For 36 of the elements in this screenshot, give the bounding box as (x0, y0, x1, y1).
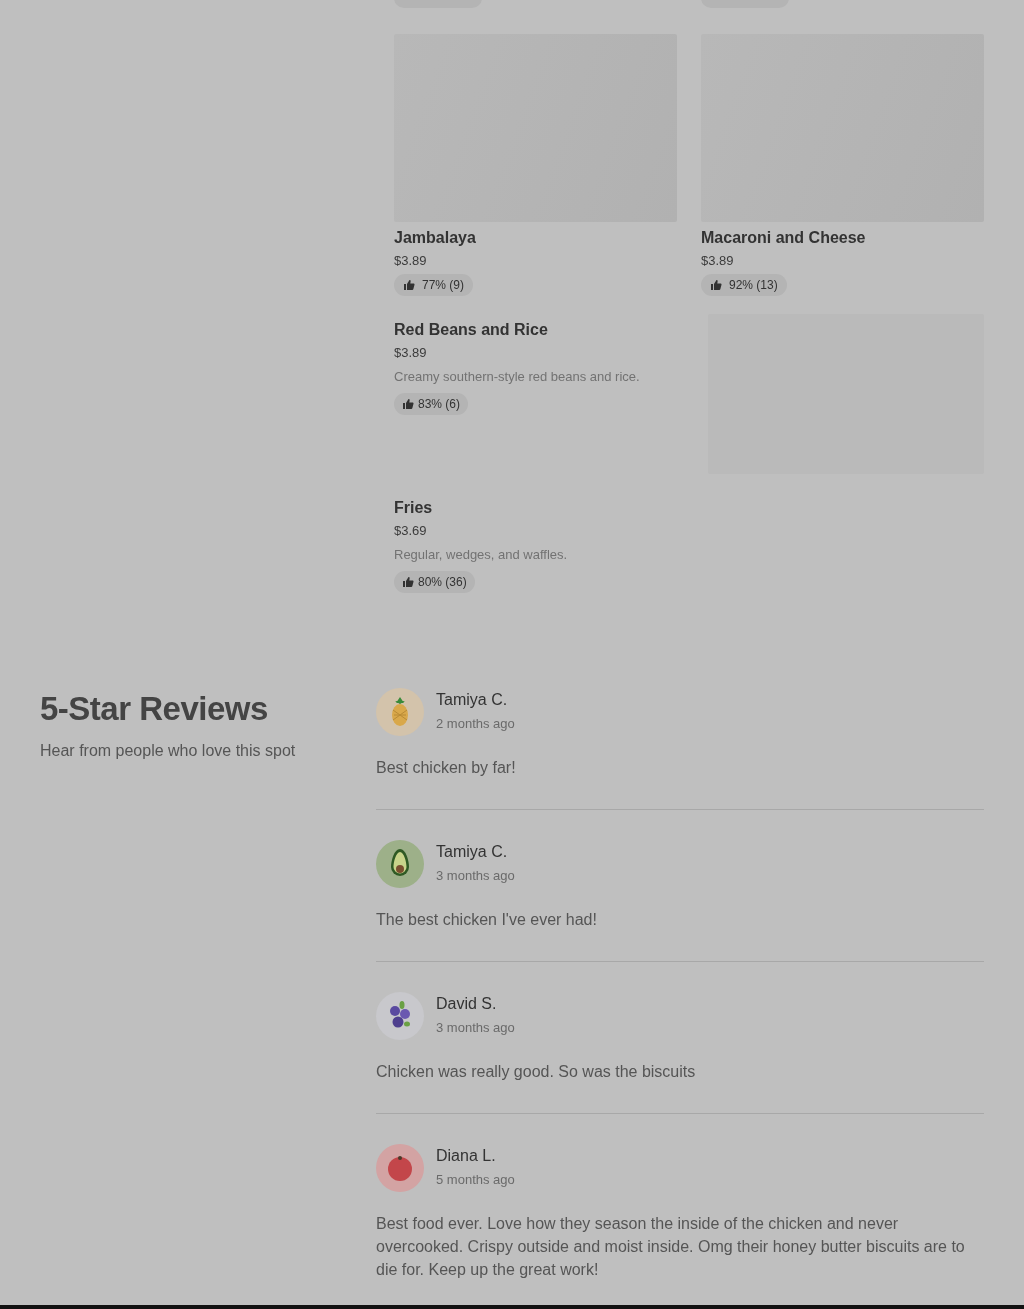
item-name[interactable]: Macaroni and Cheese (701, 229, 984, 247)
thumbs-up-icon (402, 398, 414, 410)
pineapple-avatar-icon (376, 688, 424, 736)
review-text: Best food ever. Love how they season the inside of the chicken and never overcooked. Crispy outside and moist inside. Omg their honey butter biscuits are to die for. Keep up the great work! (376, 1214, 966, 1280)
rating-badge: 77% (9) (394, 274, 474, 296)
reviewer-name: David S. (436, 995, 498, 1013)
rating-badge: 92% (13) (701, 274, 787, 296)
section-subtitle: Hear from people who love this spot (40, 742, 297, 760)
item-description: Regular, wedges, and waffles. (394, 547, 569, 562)
item-price: $3.69 (394, 523, 428, 538)
thumbs-up-icon (710, 279, 722, 291)
item-price: $3.89 (394, 253, 428, 268)
rating-badge: 83% (6) (394, 393, 469, 415)
item-price: $3.89 (701, 253, 735, 268)
review-date: 3 months ago (436, 1020, 515, 1035)
reviewer-name: Diana L. (436, 1147, 497, 1165)
section-title: 5-Star Reviews (40, 690, 269, 728)
tomato-avatar-icon (376, 1144, 424, 1192)
reviewer-name: Tamiya C. (436, 691, 509, 709)
item-price: $3.89 (394, 345, 428, 360)
item-description: Creamy southern-style red beans and rice. (394, 369, 641, 384)
item-name[interactable]: Red Beans and Rice (394, 321, 694, 339)
review-date: 5 months ago (436, 1172, 515, 1187)
avocado-avatar-icon (376, 840, 424, 888)
item-name[interactable]: Jambalaya (394, 229, 677, 247)
review-date: 2 months ago (436, 716, 515, 731)
blueberry-avatar-icon (376, 992, 424, 1040)
review-text: Best chicken by far! (376, 758, 517, 778)
review-text: The best chicken I've ever had! (376, 910, 598, 930)
item-name[interactable]: Fries (394, 499, 694, 517)
reviewer-name: Tamiya C. (436, 843, 509, 861)
review-date: 3 months ago (436, 868, 515, 883)
rating-badge: 80% (36) (394, 571, 475, 593)
thumbs-up-icon (402, 576, 414, 588)
thumbs-up-icon (403, 279, 415, 291)
review-text: Chicken was really good. So was the biscuits (376, 1062, 697, 1082)
